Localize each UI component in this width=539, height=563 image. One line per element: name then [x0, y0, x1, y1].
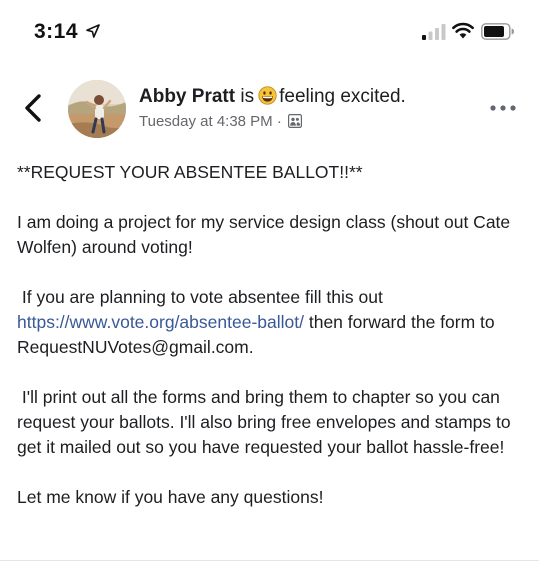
- post-meta: Tuesday at 4:38 PM ·: [139, 112, 303, 132]
- paragraph-2-before-link: If you are planning to vote absentee fil…: [21, 287, 383, 307]
- battery-icon: [481, 23, 514, 40]
- status-bar: 3:14: [0, 0, 539, 60]
- grinning-face-icon: [258, 86, 277, 105]
- meta-separator: ·: [276, 113, 282, 130]
- post-paragraph-2: If you are planning to vote absentee fil…: [17, 285, 527, 360]
- friends-audience-icon[interactable]: [288, 114, 303, 128]
- status-time: 3:14: [34, 20, 79, 43]
- post-paragraph-3: I'll print out all the forms and bring t…: [17, 385, 527, 460]
- location-arrow-icon: [86, 24, 100, 38]
- avatar[interactable]: [68, 80, 126, 138]
- cellular-signal-icon: [422, 24, 446, 40]
- post-timestamp[interactable]: Tuesday at 4:38 PM: [139, 113, 273, 130]
- post-paragraph-1: I am doing a project for my service desi…: [17, 212, 511, 257]
- profile-photo: [68, 80, 126, 138]
- divider: [0, 560, 539, 561]
- post-body: **REQUEST YOUR ABSENTEE BALLOT!!** I am …: [17, 160, 527, 510]
- more-options-button[interactable]: [488, 100, 518, 116]
- wifi-icon: [452, 22, 474, 39]
- post-paragraph-4: Let me know if you have any questions!: [17, 487, 324, 507]
- paragraph-3-text: I'll print out all the forms and bring t…: [17, 387, 511, 457]
- back-button[interactable]: [18, 90, 48, 126]
- post-headline: **REQUEST YOUR ABSENTEE BALLOT!!**: [17, 162, 363, 182]
- is-text: is: [240, 86, 255, 107]
- post-author[interactable]: Abby Pratt: [139, 86, 235, 107]
- absentee-ballot-link[interactable]: https://www.vote.org/absentee-ballot/: [17, 312, 304, 332]
- post-title: Abby Pratt is feeling excited.: [139, 84, 406, 110]
- feeling-text: feeling excited.: [279, 86, 406, 107]
